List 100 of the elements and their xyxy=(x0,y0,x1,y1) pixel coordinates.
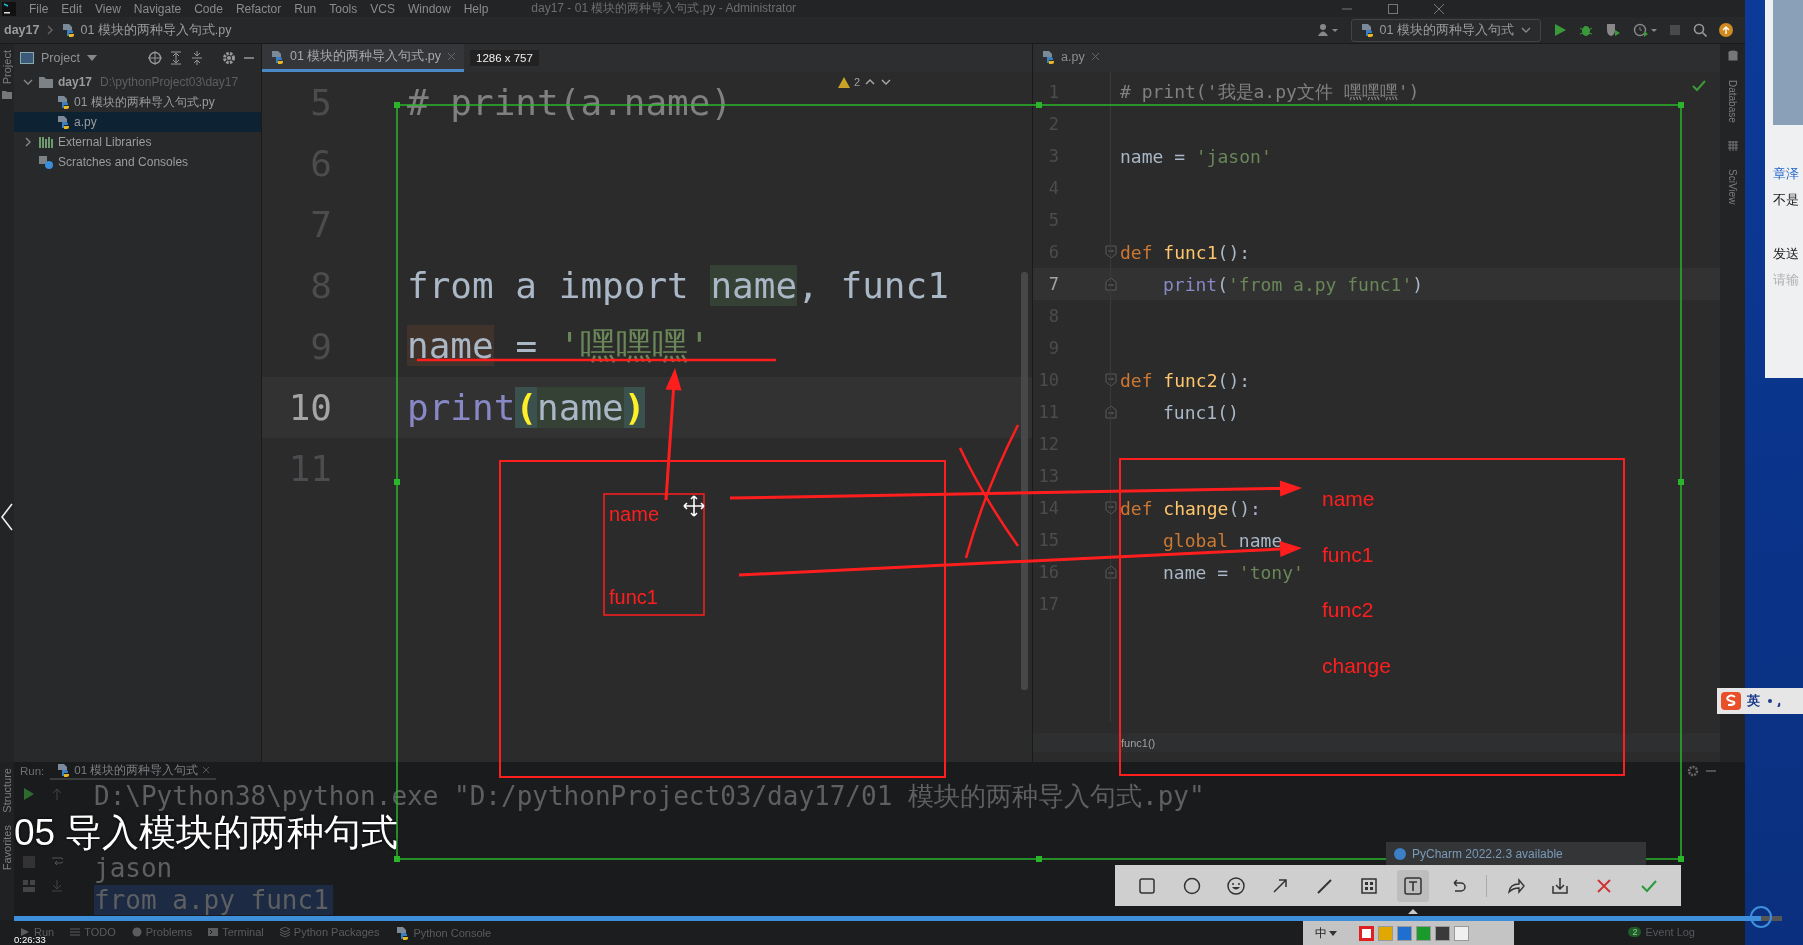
wrap-icon[interactable] xyxy=(51,856,63,868)
line-number: 10 xyxy=(287,387,333,428)
window-title: day17 - 01 模块的两种导入句式.py - Administrator xyxy=(531,0,797,17)
smiley-icon[interactable] xyxy=(1225,875,1246,896)
tree-item[interactable]: a.py xyxy=(14,112,261,132)
size-label: 1286 x 757 xyxy=(470,50,539,66)
warning-count[interactable]: 2 xyxy=(853,76,860,88)
menu-item[interactable]: Window xyxy=(407,1,451,16)
maximize-icon[interactable] xyxy=(1387,2,1399,15)
python-icon xyxy=(395,926,410,940)
breadcrumb[interactable]: day17 xyxy=(4,23,40,37)
input-mode-label[interactable]: 英 xyxy=(1747,692,1760,710)
tool-window-button[interactable]: Python Console xyxy=(395,926,492,940)
share-icon[interactable] xyxy=(1505,875,1526,896)
tool-window-button[interactable]: Python Packages xyxy=(279,926,380,938)
color-swatch[interactable] xyxy=(1416,925,1431,941)
scrollbar-thumb[interactable] xyxy=(1021,272,1028,690)
menu-item[interactable]: VCS xyxy=(370,1,395,16)
menu-item[interactable]: Run xyxy=(294,1,317,16)
close-icon[interactable] xyxy=(1433,2,1445,15)
run-icon[interactable] xyxy=(1553,23,1567,37)
python-file-icon xyxy=(270,49,284,64)
tool-window-tab[interactable]: SciView xyxy=(1727,164,1738,209)
update-notification[interactable]: PyCharm 2022.2.3 available xyxy=(1386,842,1646,865)
menu-item[interactable]: Navigate xyxy=(133,1,182,16)
folder-icon xyxy=(38,75,54,89)
tool-window-tab[interactable]: Database xyxy=(1727,76,1738,127)
code-line: print(name) xyxy=(406,387,646,428)
tree-item[interactable]: 01 模块的两种导入句式.py xyxy=(14,92,261,112)
menu-item[interactable]: Tools xyxy=(329,1,358,16)
editor-tab[interactable]: 01 模块的两种导入句式.py xyxy=(262,44,465,72)
search-icon[interactable] xyxy=(1693,23,1707,37)
run-tab[interactable]: 01 模块的两种导入句式 xyxy=(50,762,217,780)
move-cursor-icon xyxy=(683,495,705,517)
code-line: name = 'jason' xyxy=(1120,145,1272,167)
python-file-icon xyxy=(56,115,70,129)
rectangle-icon[interactable] xyxy=(1137,875,1158,896)
caret-icon[interactable] xyxy=(86,55,97,61)
chevron-left-icon[interactable] xyxy=(1,503,13,531)
menu-item[interactable]: Refactor xyxy=(235,1,282,16)
update-icon[interactable] xyxy=(1719,23,1733,37)
fold-marker-icon xyxy=(1104,245,1117,259)
close-icon[interactable] xyxy=(1090,52,1100,61)
panel-title[interactable]: Project xyxy=(41,51,80,65)
tool-window-button[interactable]: Run xyxy=(20,926,55,938)
tool-window-tab[interactable]: Project xyxy=(1,44,13,91)
tool-window-button[interactable]: Problems xyxy=(131,926,193,938)
menu-item[interactable]: Edit xyxy=(61,1,83,16)
tree-item[interactable]: Scratches and Consoles xyxy=(14,152,261,172)
message-text: 不是 xyxy=(1773,191,1800,209)
library-icon xyxy=(38,135,54,149)
menu-item[interactable]: File xyxy=(29,1,49,16)
color-swatch[interactable] xyxy=(1359,925,1374,941)
console-line: jason xyxy=(94,853,173,883)
event-log-button[interactable]: 2 Event Log xyxy=(1628,926,1695,938)
folder-icon xyxy=(2,90,12,101)
breadcrumb[interactable]: func1() xyxy=(1121,736,1156,749)
tree-item[interactable]: External Libraries xyxy=(14,132,261,152)
text-tool-icon[interactable] xyxy=(1403,875,1424,896)
color-swatch[interactable] xyxy=(1435,925,1450,941)
code-line: from a import name, func1 xyxy=(406,265,949,306)
breadcrumb[interactable]: 01 模块的两种导入句式.py xyxy=(80,21,232,39)
menu-item[interactable]: View xyxy=(95,1,121,16)
tool-window-button[interactable]: Terminal xyxy=(208,926,264,938)
settings-icon[interactable] xyxy=(222,51,236,65)
code-line: func1() xyxy=(1162,401,1239,423)
panel-label: Run: xyxy=(20,765,45,777)
color-swatch[interactable] xyxy=(1378,925,1393,941)
target-icon[interactable] xyxy=(148,51,162,65)
close-icon[interactable] xyxy=(202,766,211,774)
code-line: global name xyxy=(1162,529,1283,551)
user-icon[interactable] xyxy=(1316,23,1339,37)
mosaic-icon[interactable] xyxy=(1359,875,1380,896)
font-size-dropdown[interactable]: 中 xyxy=(1311,924,1341,942)
expand-all-icon[interactable] xyxy=(169,51,183,65)
bug-icon[interactable] xyxy=(1579,23,1593,37)
code-line: def func1(): xyxy=(1120,241,1251,263)
tool-window-tab[interactable]: Structure xyxy=(1,762,13,819)
code-line: # print('我是a.py文件 嘿嘿嘿') xyxy=(1120,80,1420,104)
send-label[interactable]: 发送 xyxy=(1773,245,1803,271)
shield-icon[interactable] xyxy=(1605,23,1621,37)
check-icon xyxy=(1692,80,1706,92)
annotation-label: name xyxy=(1322,487,1375,510)
tool-window-tab[interactable]: Favorites xyxy=(1,818,13,876)
progress-handle[interactable] xyxy=(1749,906,1772,928)
color-swatch[interactable] xyxy=(1454,925,1469,941)
database-icon xyxy=(1727,50,1738,62)
settings-icon[interactable] xyxy=(1687,765,1699,777)
collapse-all-icon[interactable] xyxy=(190,51,204,65)
circle-icon[interactable] xyxy=(1181,875,1202,896)
run-configuration-dropdown[interactable]: 01 模块的两种导入句式 xyxy=(1350,18,1541,42)
annotation-label: change xyxy=(1322,654,1391,677)
menu-item[interactable]: Code xyxy=(194,1,223,16)
menu-item[interactable]: Help xyxy=(463,1,489,16)
download-icon[interactable] xyxy=(1549,875,1570,896)
rerun-icon[interactable] xyxy=(23,788,35,800)
tool-window-button[interactable]: TODO xyxy=(70,926,116,938)
clock-icon[interactable] xyxy=(1633,23,1657,37)
video-subtitle: 05 导入模块的两种句式 xyxy=(14,813,399,853)
color-swatch[interactable] xyxy=(1397,925,1412,941)
